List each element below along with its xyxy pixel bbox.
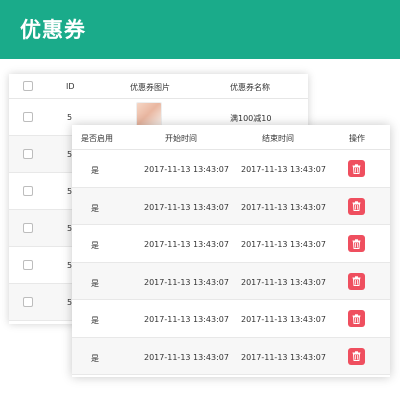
select-all-checkbox[interactable] (23, 81, 33, 91)
row-start-time: 2017-11-13 13:43:07 (144, 165, 229, 174)
table-header: 是否启用 开始时间 结束时间 操作 (72, 125, 390, 150)
delete-button[interactable] (348, 347, 365, 365)
column-header-image: 优惠券图片 (130, 83, 170, 92)
row-start-time: 2017-11-13 13:43:07 (144, 240, 229, 249)
trash-icon (352, 276, 361, 286)
delete-button[interactable] (348, 197, 365, 215)
column-header-id: ID (66, 82, 75, 91)
column-header-end-time: 结束时间 (262, 134, 294, 143)
coupon-detail-table: 是否启用 开始时间 结束时间 操作 是 2017-11-13 13:43:07 … (72, 125, 390, 377)
row-enabled: 是 (91, 353, 99, 363)
row-checkbox[interactable] (23, 186, 33, 196)
column-header-action: 操作 (349, 134, 365, 143)
row-end-time: 2017-11-13 13:43:07 (241, 202, 326, 212)
table-row: 是 2017-11-13 13:43:07 2017-11-13 13:43:0… (72, 337, 390, 375)
row-checkbox[interactable] (23, 149, 33, 159)
table-row: 是 2017-11-13 13:43:07 2017-11-13 13:43:0… (72, 262, 390, 300)
delete-button[interactable] (348, 272, 365, 290)
column-header-enabled: 是否启用 (81, 134, 113, 143)
table-row: 是 2017-11-13 13:43:07 2017-11-13 13:43:0… (72, 187, 390, 225)
row-id: 5 (67, 113, 73, 122)
row-end-time: 2017-11-13 13:43:07 (241, 240, 326, 249)
delete-button[interactable] (348, 160, 365, 177)
column-header-name: 优惠券名称 (230, 83, 270, 92)
trash-icon (352, 351, 361, 361)
row-start-time: 2017-11-13 13:43:07 (144, 352, 229, 362)
table-row: 是 2017-11-13 13:43:07 2017-11-13 13:43:0… (72, 300, 390, 338)
trash-icon (352, 313, 361, 324)
row-end-time: 2017-11-13 13:43:07 (241, 315, 326, 324)
row-enabled: 是 (91, 278, 99, 288)
row-start-time: 2017-11-13 13:43:07 (144, 202, 229, 212)
table-header: ID 优惠券图片 优惠券名称 (9, 74, 308, 99)
row-enabled: 是 (91, 316, 99, 325)
table-row: 是 2017-11-13 13:43:07 2017-11-13 13:43:0… (72, 150, 390, 188)
delete-button[interactable] (348, 310, 365, 327)
trash-icon (352, 201, 361, 211)
row-enabled: 是 (91, 203, 99, 213)
page-header: 优惠券 (0, 0, 400, 59)
row-enabled: 是 (91, 166, 99, 175)
column-header-start-time: 开始时间 (165, 134, 197, 143)
trash-icon (352, 238, 361, 249)
row-checkbox[interactable] (23, 223, 33, 233)
row-start-time: 2017-11-13 13:43:07 (144, 315, 229, 324)
table-row: 是 2017-11-13 13:43:07 2017-11-13 13:43:0… (72, 225, 390, 263)
row-end-time: 2017-11-13 13:43:07 (241, 277, 326, 287)
delete-button[interactable] (348, 235, 365, 252)
row-checkbox[interactable] (23, 260, 33, 270)
page-title: 优惠券 (20, 18, 86, 42)
row-enabled: 是 (91, 241, 99, 250)
row-end-time: 2017-11-13 13:43:07 (241, 165, 326, 174)
row-checkbox[interactable] (23, 112, 33, 122)
row-checkbox[interactable] (23, 297, 33, 307)
row-start-time: 2017-11-13 13:43:07 (144, 277, 229, 287)
row-end-time: 2017-11-13 13:43:07 (241, 352, 326, 362)
trash-icon (352, 163, 361, 174)
row-name: 满100减10 (230, 114, 272, 123)
